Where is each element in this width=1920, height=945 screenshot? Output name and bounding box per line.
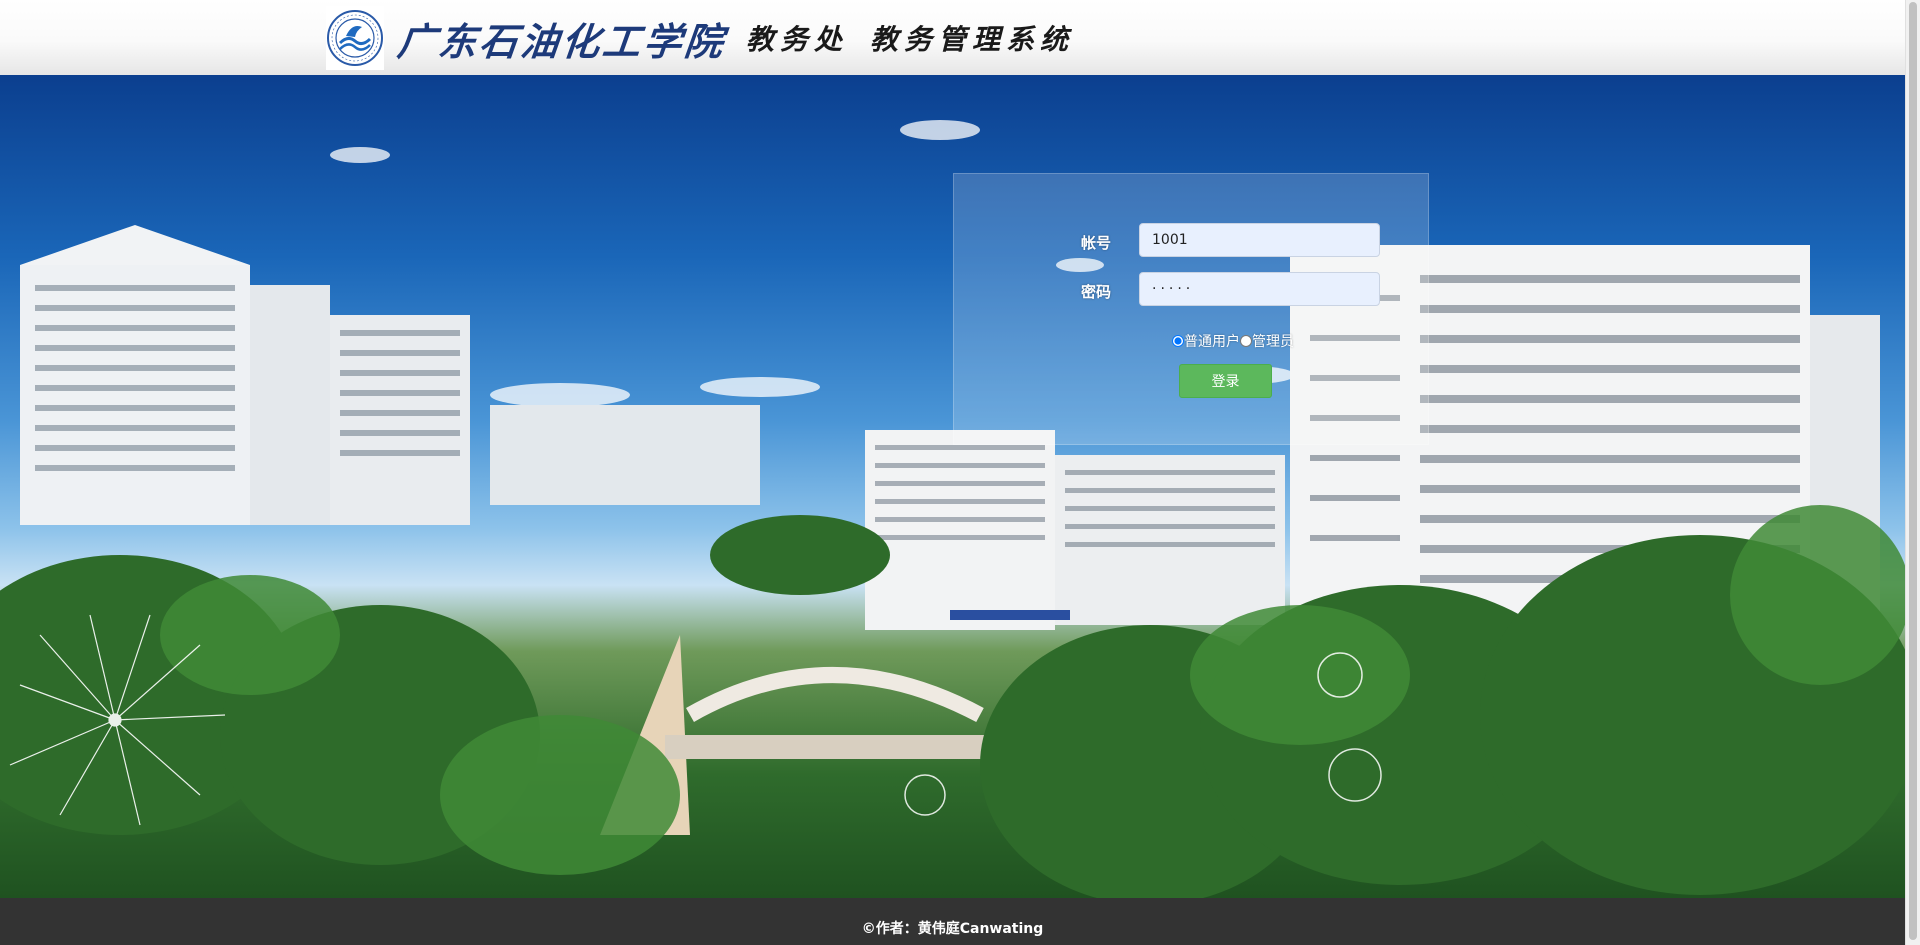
role-label-normal-user: 普通用户: [1184, 334, 1240, 350]
system-name: 教务管理系统: [870, 23, 1075, 56]
password-input[interactable]: [1139, 272, 1380, 306]
office-name: 教务处: [746, 23, 849, 56]
role-option-normal-user[interactable]: 普通用户: [1172, 331, 1240, 351]
password-label: 密码: [1081, 283, 1112, 301]
login-form-panel: 帐号 密码 普通用户 管理员 登录: [953, 173, 1429, 445]
role-radio-group: 普通用户 管理员: [1172, 331, 1294, 351]
page-scrollbar[interactable]: [1905, 0, 1920, 945]
role-option-admin[interactable]: 管理员: [1240, 331, 1294, 351]
role-label-admin: 管理员: [1252, 334, 1294, 350]
role-radio-admin[interactable]: [1240, 335, 1252, 347]
school-logo-banner: 广东石油化工学院 教务处 教务管理系统: [326, 5, 1068, 71]
footer: ©作者：黄伟庭Canwating: [0, 898, 1905, 945]
login-button[interactable]: 登录: [1179, 364, 1272, 398]
footer-author-text: ©作者：黄伟庭Canwating: [861, 920, 1044, 937]
login-page: 广东石油化工学院 教务处 教务管理系统 帐号 1001 密码 ····· 普通用…: [0, 0, 1920, 945]
header-banner: 广东石油化工学院 教务处 教务管理系统: [0, 0, 1905, 75]
account-label: 帐号: [1081, 234, 1112, 252]
school-emblem-icon: [326, 6, 384, 70]
school-name-calligraphy: 广东石油化工学院: [395, 18, 729, 64]
role-radio-normal-user[interactable]: [1172, 335, 1184, 347]
scrollbar-thumb[interactable]: [1909, 2, 1917, 940]
account-input[interactable]: [1139, 223, 1380, 257]
